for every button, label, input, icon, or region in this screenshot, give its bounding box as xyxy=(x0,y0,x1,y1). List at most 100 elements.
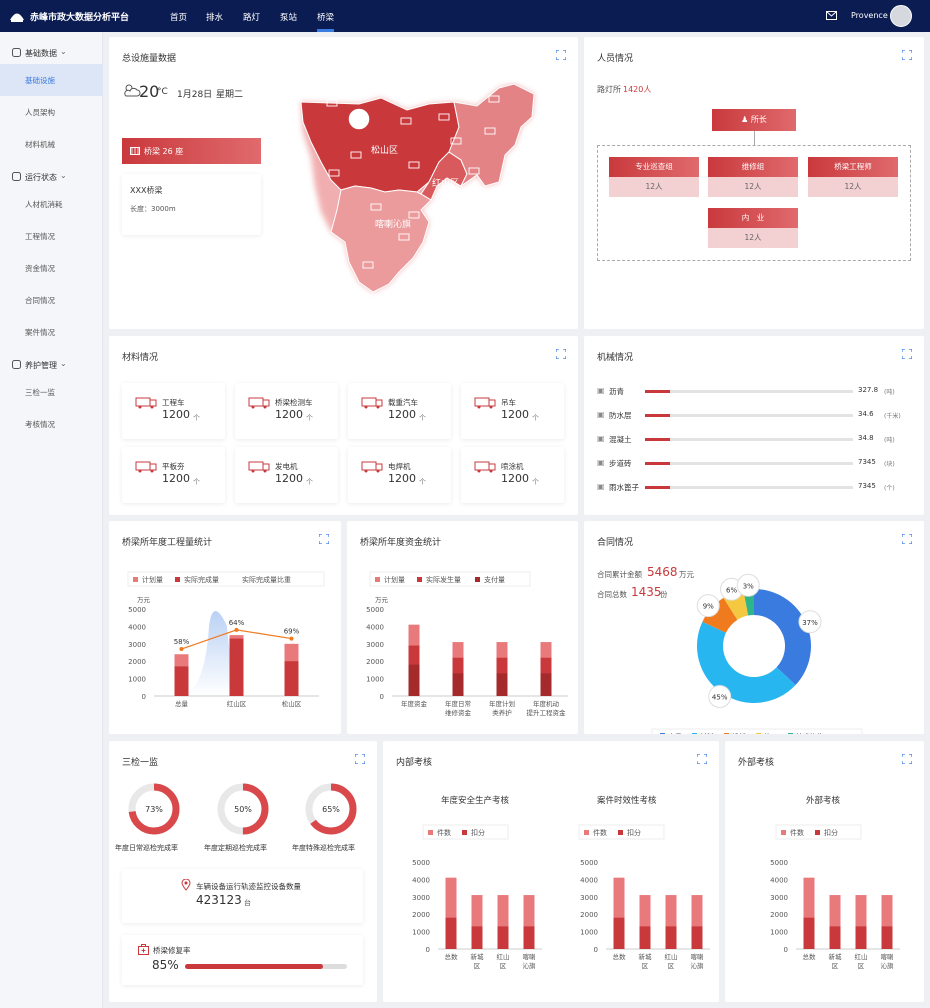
x-tick-label: 红山 xyxy=(497,952,510,961)
panel-title: 机械情况 xyxy=(597,353,634,363)
sidebar-item-0-1[interactable]: 人员架构 xyxy=(0,96,103,128)
machinery-value: 7345 xyxy=(858,458,876,466)
avatar[interactable] xyxy=(890,5,912,27)
team-node[interactable]: 内 业 xyxy=(708,208,798,228)
fullscreen-icon[interactable] xyxy=(355,754,365,764)
material-name: 载重汽车 xyxy=(388,398,418,407)
safety-assessment-chart[interactable]: 件数 扣分010002000300040005000总数 新城区红山区喀喇沁旗 xyxy=(383,821,551,1002)
material-card[interactable]: 吊车 1200 个 xyxy=(461,383,564,439)
sidebar-group-0[interactable]: 基础数据 ⌄ xyxy=(0,42,103,64)
x-tick-label: 维修资金 xyxy=(445,708,472,717)
team-node[interactable]: 专业巡查组 xyxy=(609,157,699,177)
fund-stats-chart[interactable]: 计划量 实际发生量 支付量万元 0 1000 2000 3000 4000 5000 年度资金 年度… xyxy=(347,566,578,734)
map-bridge-marker[interactable] xyxy=(347,107,371,131)
slice-label: 6% xyxy=(726,586,737,594)
material-card[interactable]: 发电机 1200 个 xyxy=(235,447,338,503)
sidebar-item-1-1[interactable]: 工程情况 xyxy=(0,220,103,252)
material-value: 1200 xyxy=(275,408,303,421)
nav-item-3[interactable]: 泵站 xyxy=(280,11,297,23)
inspection-panel: 三检一监 73% 年度日常巡检完成率 50% 年度定期巡检完成率 65% 年度特殊巡检完成… xyxy=(109,741,377,1002)
material-card[interactable]: 桥梁检测车 1200 个 xyxy=(235,383,338,439)
sidebar-item-1-3[interactable]: 合同情况 xyxy=(0,284,103,316)
map-label-hongshan: 红山区 xyxy=(432,177,459,189)
external-assessment-chart[interactable]: 件数 扣分010002000300040005000总数 新城区红山区喀喇沁旗 xyxy=(741,821,909,1002)
sidebar-item-label: 资金情况 xyxy=(25,264,55,273)
fullscreen-icon[interactable] xyxy=(556,50,566,60)
nav-item-4[interactable]: 桥梁 xyxy=(317,11,334,23)
device-count-label: 车辆设备运行轨迹监控设备数量 xyxy=(196,882,301,891)
sidebar-item-1-4[interactable]: 案件情况 xyxy=(0,316,103,348)
material-unit: 个 xyxy=(419,478,426,486)
device-count: 423123 xyxy=(196,893,242,907)
sidebar-item-0-0[interactable]: 基础设施 xyxy=(0,64,103,96)
fullscreen-icon[interactable] xyxy=(902,349,912,359)
sidebar-item-1-0[interactable]: 人材机消耗 xyxy=(0,188,103,220)
bar-1 xyxy=(691,926,703,949)
maintenance-icon xyxy=(12,360,21,369)
machinery-name: 雨水篦子 xyxy=(609,483,639,492)
completion-ring[interactable]: 65% xyxy=(303,781,359,837)
material-value: 1200 xyxy=(501,408,529,421)
completion-ring[interactable]: 50% xyxy=(215,781,271,837)
org-count: 1420人 xyxy=(623,85,652,94)
timeliness-assessment-chart[interactable]: 件数 扣分010002000300040005000总数 新城区红山区喀喇沁旗 xyxy=(551,821,719,1002)
director-node[interactable]: ♟ 所长 xyxy=(712,109,796,131)
y-tick-label: 3000 xyxy=(128,641,146,649)
team-count: 12人 xyxy=(609,177,699,197)
legend-label: 施工 xyxy=(764,732,778,734)
legend-label: 支付量 xyxy=(484,575,505,584)
nav-item-1[interactable]: 排水 xyxy=(206,11,223,23)
sidebar-item-label: 人员架构 xyxy=(25,108,55,117)
material-name: 平板夯 xyxy=(162,462,185,471)
panel-title: 三检一监 xyxy=(122,758,159,768)
completion-ring[interactable]: 73% xyxy=(126,781,182,837)
sidebar-group-1[interactable]: 运行状态 ⌄ xyxy=(0,166,103,188)
x-tick-label: 红山 xyxy=(855,952,868,961)
material-card[interactable]: 平板夯 1200 个 xyxy=(122,447,225,503)
contract-donut-chart[interactable]: 37% 45% 9% 6% 3% 人员 材料 机械 施工 技术咨询 xyxy=(584,561,924,734)
fullscreen-icon[interactable] xyxy=(902,50,912,60)
team-node[interactable]: 桥梁工程师 xyxy=(808,157,898,177)
work-stats-chart[interactable]: 计划量 实际完成量 实际完成量比重万元 0 1000 2000 3000 4000 5000 总量… xyxy=(109,566,341,734)
material-unit: 个 xyxy=(193,414,200,422)
material-card[interactable]: 喷涂机 1200 个 xyxy=(461,447,564,503)
fullscreen-icon[interactable] xyxy=(902,754,912,764)
crane-icon xyxy=(474,397,496,409)
district-map[interactable]: 松山区 红山区 喀喇沁旗 xyxy=(289,82,559,302)
fullscreen-icon[interactable] xyxy=(319,534,329,544)
x-tick-label: 年度日常 xyxy=(445,699,471,708)
y-tick-label: 1000 xyxy=(770,929,788,937)
nav-item-0[interactable]: 首页 xyxy=(170,11,187,23)
machinery-track xyxy=(645,390,853,393)
fullscreen-icon[interactable] xyxy=(697,754,707,764)
y-tick-label: 3000 xyxy=(770,894,788,902)
mail-icon[interactable] xyxy=(826,11,837,20)
fullscreen-icon[interactable] xyxy=(556,349,566,359)
legend-swatch xyxy=(788,733,793,734)
material-card[interactable]: 电焊机 1200 个 xyxy=(348,447,451,503)
sidebar-item-2-1[interactable]: 考核情况 xyxy=(0,408,103,440)
sidebar-item-0-2[interactable]: 材料机械 xyxy=(0,128,103,160)
team-count: 12人 xyxy=(708,228,798,248)
y-tick-label: 0 xyxy=(380,693,384,701)
y-tick-label: 2000 xyxy=(366,658,384,666)
sidebar-item-1-2[interactable]: 资金情况 xyxy=(0,252,103,284)
sidebar-group-2[interactable]: 养护管理 ⌄ xyxy=(0,354,103,376)
material-card[interactable]: 载重汽车 1200 个 xyxy=(348,383,451,439)
contract-panel: 合同情况 合同累计金额 5468 万元 合同总数 1435 份 37% 45% 9%… xyxy=(584,521,924,734)
y-tick-label: 0 xyxy=(784,946,788,954)
material-card[interactable]: 工程车 1200 个 xyxy=(122,383,225,439)
machinery-track xyxy=(645,462,853,465)
x-tick-label: 沁旗 xyxy=(523,961,537,970)
x-tick-label: 类养护 xyxy=(492,708,512,717)
bar-2 xyxy=(408,664,420,696)
nav-item-2[interactable]: 路灯 xyxy=(243,11,260,23)
x-tick-label: 年度机动 xyxy=(533,699,560,708)
user-name[interactable]: Provence xyxy=(851,11,888,20)
sidebar-item-2-0[interactable]: 三检一监 xyxy=(0,376,103,408)
team-node[interactable]: 维修组 xyxy=(708,157,798,177)
fullscreen-icon[interactable] xyxy=(902,534,912,544)
y-tick-label: 2000 xyxy=(128,658,146,666)
bridge-count-bar[interactable]: 桥梁 26 座 xyxy=(122,138,261,164)
bar-1 xyxy=(497,926,509,949)
